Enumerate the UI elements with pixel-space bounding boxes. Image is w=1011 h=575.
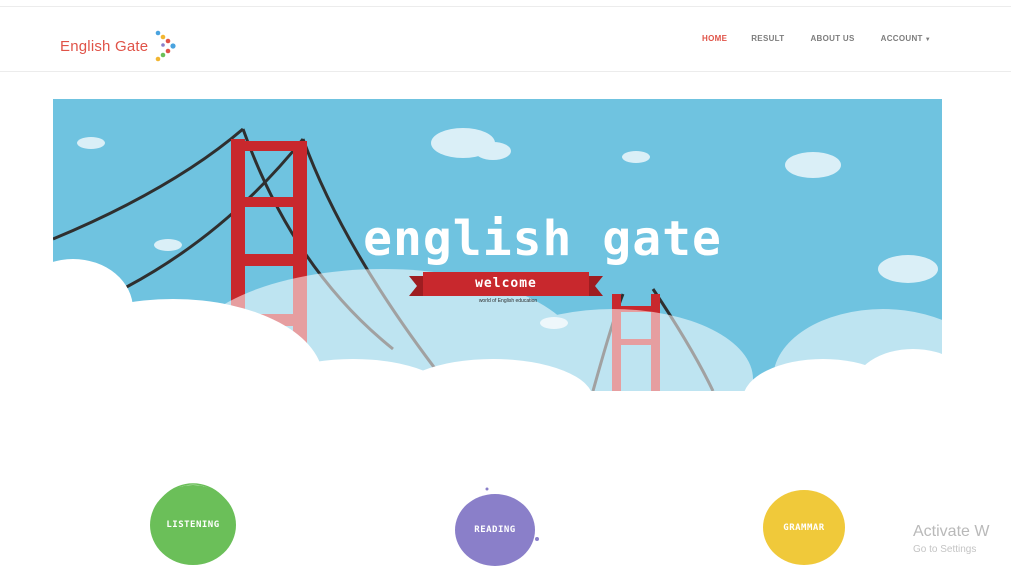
skill-label-reading: READING xyxy=(474,525,516,535)
skill-card-reading[interactable]: READING xyxy=(455,487,539,566)
nav-item-account-label: ACCOUNT xyxy=(880,34,923,43)
nav-item-home[interactable]: HOME xyxy=(702,34,727,43)
watermark-line-2: Go to Settings xyxy=(913,544,977,555)
main-nav: HOME RESULT ABOUT US ACCOUNT ▼ xyxy=(702,34,1011,43)
nav-item-about-us[interactable]: ABOUT US xyxy=(810,34,854,43)
reading-badge: READING xyxy=(455,494,535,566)
skill-label-listening: LISTENING xyxy=(166,520,220,530)
brand-logo-link[interactable]: English Gate xyxy=(60,29,178,63)
skill-card-listening[interactable]: LISTENING xyxy=(150,483,236,565)
watermark-line-1: Activate W xyxy=(913,523,990,540)
skill-label-grammar: GRAMMAR xyxy=(783,522,825,533)
activation-watermark: Activate W Go to Settings xyxy=(913,523,989,559)
hero-tagline: world of English education xyxy=(478,298,538,304)
navbar: English Gate HOME RESULT ABOUT US ACCOUN… xyxy=(0,7,1011,72)
nav-item-account[interactable]: ACCOUNT ▼ xyxy=(881,34,931,43)
grammar-badge: GRAMMAR xyxy=(763,490,845,565)
welcome-ribbon: welcome xyxy=(409,272,603,296)
brand-name: English Gate xyxy=(60,37,149,55)
arrow-chevron-dots-icon xyxy=(155,30,176,62)
listening-badge: LISTENING xyxy=(150,485,236,565)
hero-title: english gate xyxy=(363,211,722,267)
nav-item-result[interactable]: RESULT xyxy=(751,34,784,43)
hero-banner: english gate welcome world of English ed… xyxy=(53,99,942,391)
skill-card-grammar[interactable]: GRAMMAR xyxy=(763,490,845,565)
chevron-down-icon: ▼ xyxy=(924,37,931,43)
